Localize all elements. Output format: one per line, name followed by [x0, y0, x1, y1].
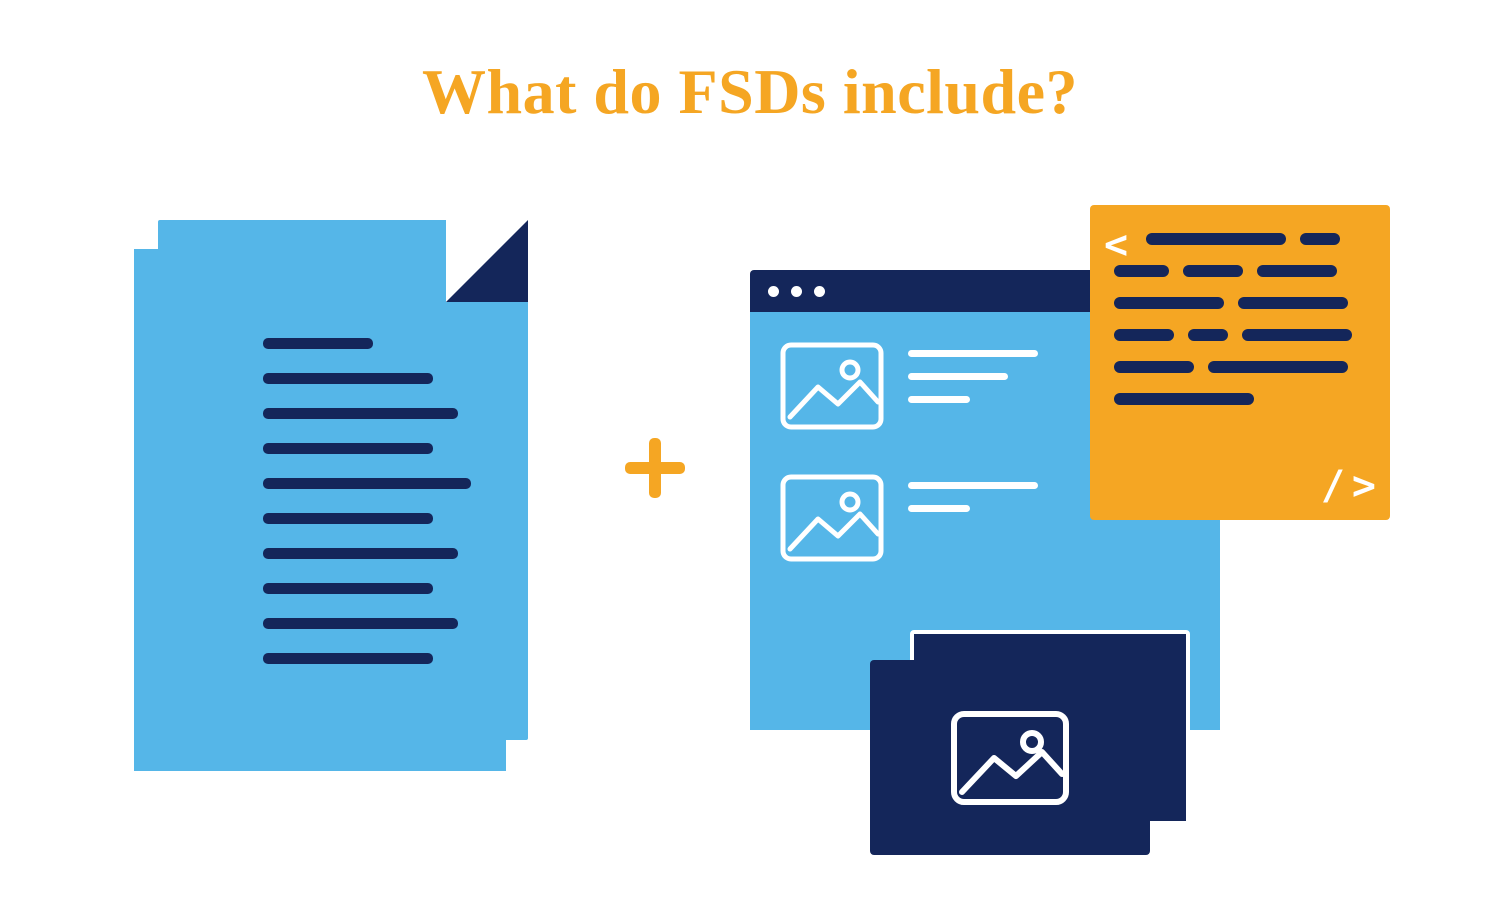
window-dot-icon	[814, 286, 825, 297]
angle-bracket-close-icon: >	[1352, 466, 1376, 506]
plus-icon	[625, 438, 685, 498]
document-text-lines	[263, 338, 463, 664]
image-placeholder-icon	[780, 474, 884, 562]
page-fold-icon	[446, 220, 528, 302]
window-dot-icon	[791, 286, 802, 297]
window-dot-icon	[768, 286, 779, 297]
image-placeholder-icon	[950, 710, 1070, 806]
document-stack-icon	[130, 220, 530, 780]
angle-bracket-open-icon: <	[1104, 225, 1128, 265]
slash-icon: /	[1321, 466, 1345, 506]
photo-card-front	[870, 660, 1150, 855]
page-title: What do FSDs include?	[0, 55, 1500, 129]
code-panel-icon: < / >	[1090, 205, 1390, 520]
image-placeholder-icon	[780, 342, 884, 430]
photo-stack-icon	[870, 630, 1190, 860]
illustration-stage: < / >	[0, 200, 1500, 900]
ui-assets-cluster: < / >	[750, 190, 1370, 870]
document-front-page	[158, 220, 528, 740]
